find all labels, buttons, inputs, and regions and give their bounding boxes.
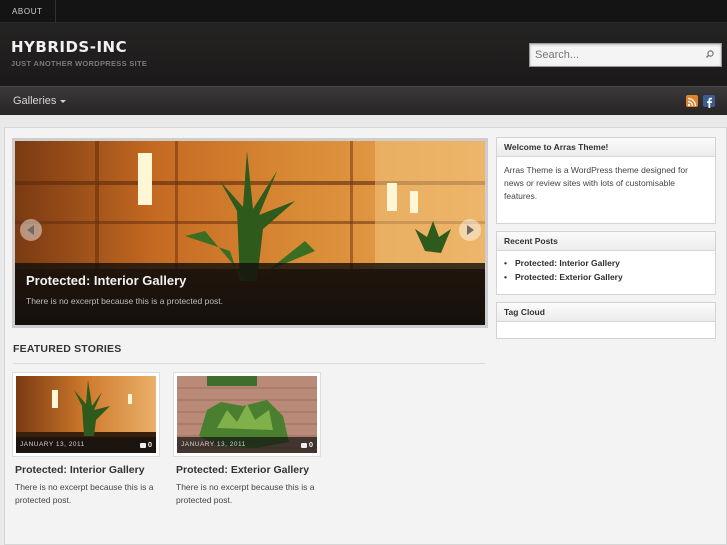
post-date: JANUARY 13, 2011 [20, 441, 85, 448]
divider [13, 363, 485, 364]
nav-about-link[interactable]: ABOUT [0, 0, 56, 23]
thumbnail-meta: JANUARY 13, 2011 0 [177, 437, 317, 453]
recent-posts-list: Protected: Interior Gallery Protected: E… [497, 251, 715, 284]
slideshow-prev-button[interactable] [20, 219, 42, 241]
post-date: JANUARY 13, 2011 [181, 441, 246, 448]
top-bar: ABOUT [0, 0, 727, 23]
site-tagline: JUST ANOTHER WORDPRESS SITE [11, 59, 148, 68]
comment-icon [139, 442, 146, 448]
recent-post-link[interactable]: Protected: Interior Gallery [504, 256, 708, 270]
widget-title: Tag Cloud [497, 303, 715, 322]
comment-count[interactable]: 0 [300, 440, 313, 449]
featured-stories-heading: FEATURED STORIES [13, 343, 122, 355]
comment-count[interactable]: 0 [139, 440, 152, 449]
slideshow-next-button[interactable] [459, 219, 481, 241]
post-excerpt: There is no excerpt because this is a pr… [15, 482, 154, 505]
featured-post: JANUARY 13, 2011 0 Protected: Interior G… [12, 372, 162, 507]
thumbnail-meta: JANUARY 13, 2011 0 [16, 437, 156, 453]
widget-title: Recent Posts [497, 232, 715, 251]
featured-slideshow: Protected: Interior Gallery There is no … [12, 138, 488, 328]
slide-title[interactable]: Protected: Interior Gallery [26, 273, 186, 288]
featured-post: JANUARY 13, 2011 0 Protected: Exterior G… [173, 372, 323, 507]
menu-galleries-label: Galleries [13, 95, 57, 107]
post-excerpt: There is no excerpt because this is a pr… [176, 482, 315, 505]
menu-galleries[interactable]: Galleries [13, 95, 67, 107]
arrow-right-icon [467, 225, 474, 235]
post-thumbnail[interactable]: JANUARY 13, 2011 0 [173, 372, 321, 457]
facebook-icon[interactable] [703, 95, 715, 108]
search-box [529, 43, 722, 67]
site-title[interactable]: HYBRIDS-INC [11, 38, 127, 56]
comment-count-value: 0 [308, 440, 313, 449]
tag-cloud-widget: Tag Cloud [496, 302, 716, 339]
slide-caption: Protected: Interior Gallery There is no … [15, 263, 485, 325]
slide-excerpt: There is no excerpt because this is a pr… [26, 296, 224, 306]
rss-icon[interactable] [686, 95, 698, 107]
post-title[interactable]: Protected: Exterior Gallery [176, 464, 323, 476]
recent-posts-widget: Recent Posts Protected: Interior Gallery… [496, 231, 716, 295]
search-icon[interactable] [703, 48, 717, 62]
main-menu-bar: Galleries [0, 86, 727, 115]
widget-title: Welcome to Arras Theme! [497, 138, 715, 157]
post-title[interactable]: Protected: Interior Gallery [15, 464, 162, 476]
comment-count-value: 0 [147, 440, 152, 449]
welcome-widget: Welcome to Arras Theme! Arras Theme is a… [496, 137, 716, 224]
search-input[interactable] [530, 44, 695, 66]
post-thumbnail[interactable]: JANUARY 13, 2011 0 [12, 372, 160, 457]
recent-post-link[interactable]: Protected: Exterior Gallery [504, 270, 708, 284]
arrow-left-icon [27, 225, 34, 235]
site-header: HYBRIDS-INC JUST ANOTHER WORDPRESS SITE [0, 23, 727, 86]
slide-interior-gallery[interactable]: Protected: Interior Gallery There is no … [15, 141, 485, 325]
comment-icon [300, 442, 307, 448]
chevron-down-icon [60, 99, 67, 103]
welcome-text: Arras Theme is a WordPress theme designe… [504, 165, 688, 201]
